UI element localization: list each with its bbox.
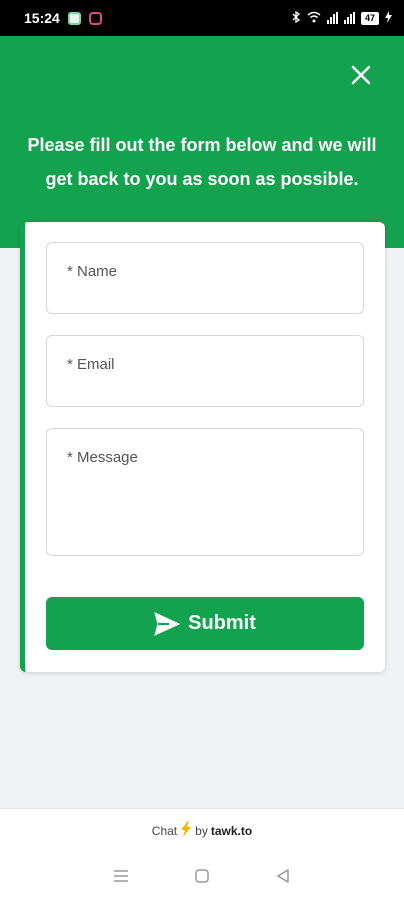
- system-nav-bar: [0, 852, 404, 900]
- footer-by-label: by: [195, 823, 208, 838]
- close-button[interactable]: [350, 64, 372, 86]
- bluetooth-icon: [291, 10, 301, 26]
- menu-button[interactable]: [109, 864, 133, 888]
- send-icon: [154, 611, 181, 636]
- home-icon: [195, 869, 209, 883]
- submit-label: Submit: [188, 612, 256, 634]
- email-field[interactable]: * Email: [46, 335, 364, 407]
- close-icon: [351, 65, 371, 85]
- wifi-icon: [307, 11, 321, 26]
- submit-button[interactable]: Submit: [46, 597, 364, 650]
- signal-icon: [326, 12, 338, 24]
- footer-brand[interactable]: tawk.to: [211, 824, 252, 838]
- header-message: Please fill out the form below and we wi…: [27, 135, 377, 189]
- powered-by-footer[interactable]: Chat by tawk.to: [0, 808, 404, 852]
- message-field[interactable]: * Message: [46, 428, 364, 556]
- status-bar: 15:24 47: [0, 0, 404, 36]
- home-button[interactable]: [190, 864, 214, 888]
- signal-icon-2: [343, 12, 355, 24]
- screen: 15:24 47 Please fill out the form below …: [0, 0, 404, 900]
- back-icon: [277, 869, 290, 883]
- charging-icon: [385, 10, 392, 26]
- menu-icon: [113, 870, 128, 882]
- status-left: 15:24: [24, 10, 102, 26]
- battery-level: 47: [360, 11, 379, 25]
- notification-app-icon: [88, 11, 102, 25]
- status-time: 15:24: [24, 10, 60, 26]
- name-field[interactable]: * Name: [46, 242, 364, 314]
- contact-form: * Name * Email * Message Submit: [20, 222, 385, 672]
- footer-chat-label: Chat: [151, 823, 178, 838]
- back-button[interactable]: [271, 864, 295, 888]
- chat-header: Please fill out the form below and we wi…: [0, 36, 404, 248]
- lightning-icon: [180, 821, 192, 840]
- message-app-icon: [67, 11, 81, 25]
- status-right: 47: [291, 10, 392, 26]
